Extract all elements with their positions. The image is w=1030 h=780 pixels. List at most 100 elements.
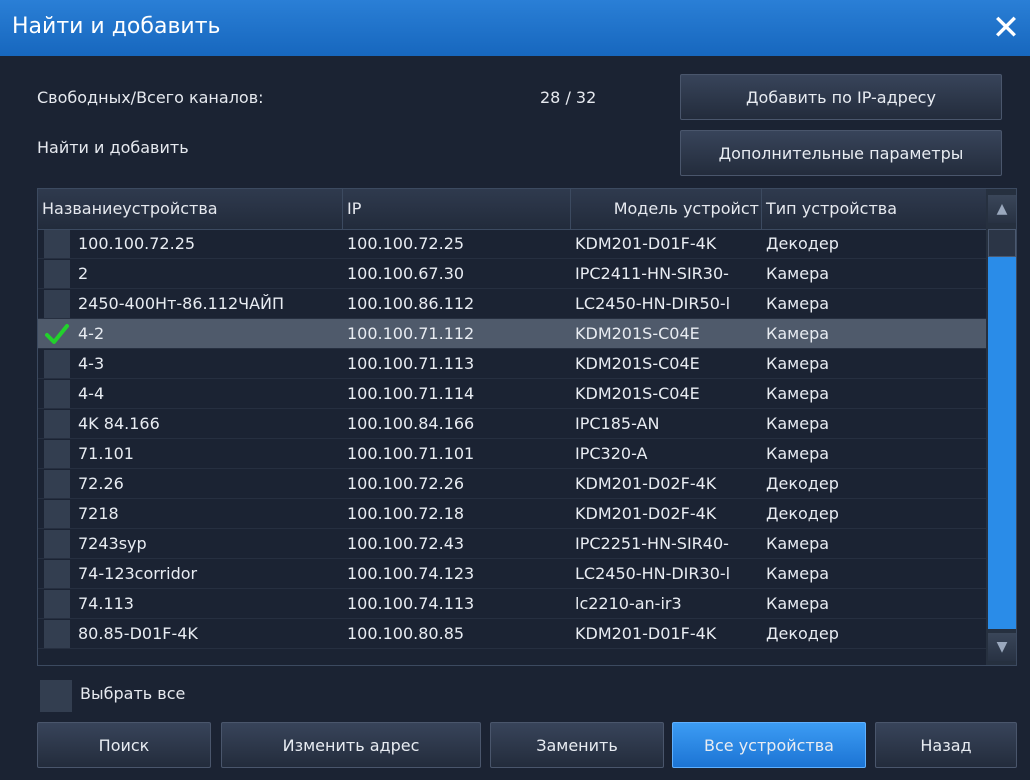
close-icon[interactable]: ✕	[986, 6, 1026, 50]
cell-type: Камера	[766, 354, 830, 373]
cell-name: 100.100.72.25	[78, 234, 196, 253]
cell-type: Камера	[766, 444, 830, 463]
row-checkbox[interactable]	[44, 440, 70, 468]
cell-ip: 100.100.72.43	[347, 534, 465, 553]
row-checkbox[interactable]	[44, 230, 70, 258]
column-header-model[interactable]: Модель устройст	[571, 189, 762, 229]
cell-type: Камера	[766, 414, 830, 433]
row-checkbox[interactable]	[44, 290, 70, 318]
cell-model: IPC320-A	[575, 444, 648, 463]
table-row[interactable]: 4-4 100.100.71.114 KDM201S-C04E Камера	[38, 379, 986, 409]
table-row[interactable]: 4-2 100.100.71.112 KDM201S-C04E Камера	[38, 319, 986, 349]
row-checkbox[interactable]	[44, 410, 70, 438]
cell-model: KDM201S-C04E	[575, 384, 700, 403]
column-header-type[interactable]: Тип устройства	[762, 189, 986, 229]
table-row[interactable]: 7243syp 100.100.72.43 IPC2251-HN-SIR40- Кам…	[38, 529, 986, 559]
cell-type: Камера	[766, 294, 830, 313]
cell-name: 2	[78, 264, 89, 283]
cell-type: Декодер	[766, 624, 839, 643]
cell-type: Камера	[766, 264, 830, 283]
cell-type: Декодер	[766, 474, 839, 493]
table-row[interactable]: 80.85-D01F-4K 100.100.80.85 KDM201-D01F-4K…	[38, 619, 986, 649]
cell-model: IPC185-AN	[575, 414, 660, 433]
cell-type: Камера	[766, 594, 830, 613]
cell-ip: 100.100.71.112	[347, 324, 475, 343]
cell-name: 7243syp	[78, 534, 147, 553]
window-title: Найти и добавить	[12, 14, 221, 39]
cell-ip: 100.100.72.25	[347, 234, 465, 253]
scroll-down-icon[interactable]: ▼	[988, 633, 1016, 661]
cell-type: Камера	[766, 564, 830, 583]
cell-ip: 100.100.84.166	[347, 414, 475, 433]
cell-name: 80.85-D01F-4K	[78, 624, 198, 643]
select-all-label: Выбрать все	[80, 684, 186, 703]
cell-model: KDM201-D01F-4K	[575, 624, 717, 643]
table-row[interactable]: 71.101 100.100.71.101 IPC320-A Камера	[38, 439, 986, 469]
cell-ip: 100.100.74.123	[347, 564, 475, 583]
scroll-up-icon[interactable]: ▲	[988, 195, 1016, 223]
cell-ip: 100.100.71.113	[347, 354, 475, 373]
select-all-checkbox[interactable]	[40, 680, 72, 712]
cell-ip: 100.100.86.112	[347, 294, 475, 313]
change-address-button[interactable]: Изменить адрес	[221, 722, 481, 768]
row-checkbox[interactable]	[44, 500, 70, 528]
search-button[interactable]: Поиск	[37, 722, 211, 768]
scrollbar[interactable]: ▲ ▼	[986, 189, 1016, 665]
cell-model: KDM201S-C04E	[575, 324, 700, 343]
table-row[interactable]: 72.26 100.100.72.26 KDM201-D02F-4K Декодер	[38, 469, 986, 499]
row-checkbox[interactable]	[44, 530, 70, 558]
cell-model: LC2450-HN-DIR50-l	[575, 294, 731, 313]
row-checkbox[interactable]	[44, 380, 70, 408]
table-row[interactable]: 4-3 100.100.71.113 KDM201S-C04E Камера	[38, 349, 986, 379]
table-row[interactable]: 7218 100.100.72.18 KDM201-D02F-4K Декодер	[38, 499, 986, 529]
row-checkbox[interactable]	[44, 620, 70, 648]
cell-ip: 100.100.67.30	[347, 264, 465, 283]
cell-type: Декодер	[766, 234, 839, 253]
cell-name: 74.113	[78, 594, 134, 613]
add-by-ip-button[interactable]: Добавить по IP-адресу	[680, 74, 1002, 120]
cell-name: 4K 84.166	[78, 414, 160, 433]
channels-label: Свободных/Всего каналов:	[37, 88, 264, 107]
back-button[interactable]: Назад	[875, 722, 1017, 768]
table-row[interactable]: 74.113 100.100.74.113 lc2210-an-ir3 Камера	[38, 589, 986, 619]
table-row[interactable]: 100.100.72.25 100.100.72.25 KDM201-D01F-4K…	[38, 229, 986, 259]
row-checkbox[interactable]	[44, 260, 70, 288]
cell-model: IPC2251-HN-SIR40-	[575, 534, 729, 553]
replace-button[interactable]: Заменить	[490, 722, 664, 768]
all-devices-button[interactable]: Все устройства	[672, 722, 866, 768]
cell-ip: 100.100.71.101	[347, 444, 475, 463]
device-table: Названиеустройства IP Модель устройст Ти…	[37, 188, 1017, 666]
cell-name: 7218	[78, 504, 119, 523]
scrollbar-thumb[interactable]	[988, 229, 1016, 257]
table-header: Названиеустройства IP Модель устройст Ти…	[38, 189, 986, 230]
row-checkbox[interactable]	[44, 560, 70, 588]
cell-ip: 100.100.72.18	[347, 504, 465, 523]
column-header-name[interactable]: Названиеустройства	[38, 189, 343, 229]
column-header-ip[interactable]: IP	[343, 189, 571, 229]
cell-type: Камера	[766, 384, 830, 403]
cell-name: 74-123corridor	[78, 564, 198, 583]
cell-name: 4-4	[78, 384, 105, 403]
cell-name: 71.101	[78, 444, 134, 463]
cell-name: 4-3	[78, 354, 105, 373]
cell-model: KDM201-D02F-4K	[575, 474, 717, 493]
cell-type: Камера	[766, 534, 830, 553]
cell-model: KDM201-D02F-4K	[575, 504, 717, 523]
advanced-settings-button[interactable]: Дополнительные параметры	[680, 130, 1002, 176]
table-row[interactable]: 2450-400Нт-86.112ЧАЙП 100.100.86.112 LC245…	[38, 289, 986, 319]
row-checkbox[interactable]	[44, 350, 70, 378]
cell-type: Камера	[766, 324, 830, 343]
search-section-label: Найти и добавить	[37, 138, 189, 157]
cell-name: 4-2	[78, 324, 105, 343]
title-bar: Найти и добавить ✕	[0, 0, 1030, 56]
cell-ip: 100.100.71.114	[347, 384, 475, 403]
row-checkbox[interactable]	[44, 470, 70, 498]
row-checkbox[interactable]	[44, 320, 70, 348]
cell-model: KDM201-D01F-4K	[575, 234, 717, 253]
row-checkbox[interactable]	[44, 590, 70, 618]
cell-model: LC2450-HN-DIR30-l	[575, 564, 731, 583]
table-row[interactable]: 74-123corridor 100.100.74.123 LC2450-HN-DI…	[38, 559, 986, 589]
table-row[interactable]: 2 100.100.67.30 IPC2411-HN-SIR30- Камера	[38, 259, 986, 289]
scrollbar-track[interactable]	[988, 229, 1016, 629]
table-row[interactable]: 4K 84.166 100.100.84.166 IPC185-AN Камера	[38, 409, 986, 439]
